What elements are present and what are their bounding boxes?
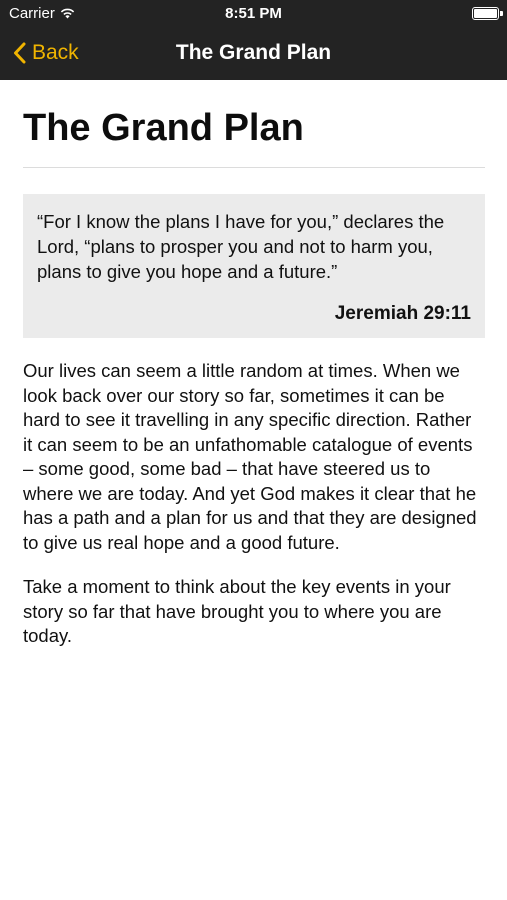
battery-icon — [472, 7, 503, 20]
article-content: The Grand Plan “For I know the plans I h… — [23, 80, 485, 649]
battery-tip — [500, 11, 503, 16]
status-bar: Carrier 8:51 PM — [0, 0, 507, 28]
nav-title: The Grand Plan — [175, 41, 332, 64]
page-title: The Grand Plan — [23, 107, 304, 149]
scripture-quote-box: “For I know the plans I have for you,” d… — [23, 194, 485, 338]
quote-reference: Jeremiah 29:11 — [334, 303, 471, 324]
body-paragraph: Take a moment to think about the key eve… — [23, 576, 451, 646]
quote-text: “For I know the plans I have for you,” d… — [37, 211, 445, 282]
status-time: 8:51 PM — [225, 5, 282, 22]
battery-level-fill — [474, 9, 497, 18]
title-divider — [23, 167, 485, 168]
body-paragraph: Our lives can seem a little random at ti… — [23, 360, 477, 553]
navigation-bar: Back The Grand Plan — [0, 28, 507, 80]
top-bar: Carrier 8:51 PM Back The Grand Plan — [0, 0, 507, 80]
